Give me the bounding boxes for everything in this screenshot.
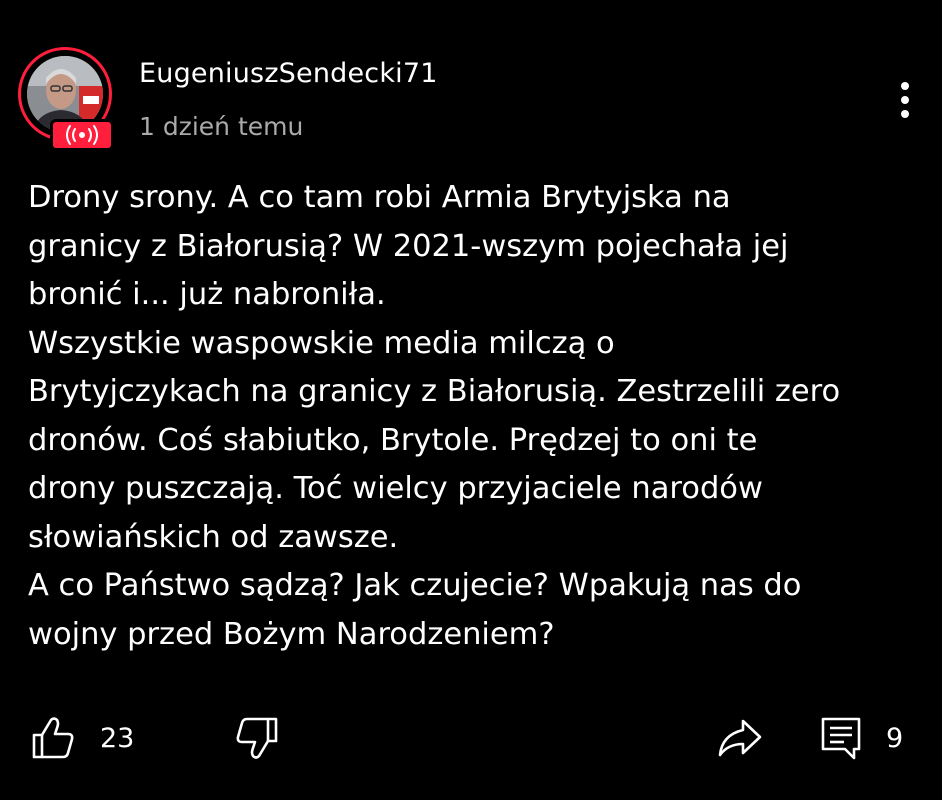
more-options-button[interactable] <box>886 76 924 124</box>
like-count: 23 <box>100 708 134 768</box>
live-badge <box>50 119 114 151</box>
reply-count: 9 <box>886 708 903 768</box>
comment-card: EugeniuszSendecki71 1 dzień temu Drony s… <box>0 0 942 800</box>
comment-timestamp: 1 dzień temu <box>139 112 304 141</box>
live-broadcast-icon <box>66 125 98 145</box>
avatar[interactable] <box>18 47 118 151</box>
thumbs-down-icon <box>236 717 278 759</box>
reply-comment-icon <box>821 717 861 760</box>
comment-action-bar: 23 9 <box>0 708 942 768</box>
like-button[interactable] <box>30 708 76 768</box>
reply-button[interactable] <box>820 708 862 768</box>
thumbs-up-icon <box>32 717 74 759</box>
more-vertical-icon <box>901 82 909 118</box>
reply-count-text: 9 <box>886 722 904 754</box>
like-count-text: 23 <box>100 722 135 754</box>
comment-text: Drony srony. A co tam robi Armia Brytyjs… <box>28 180 841 652</box>
share-icon <box>718 719 762 757</box>
share-button[interactable] <box>716 708 764 768</box>
comment-author[interactable]: EugeniuszSendecki71 <box>139 58 438 89</box>
dislike-button[interactable] <box>234 708 280 768</box>
